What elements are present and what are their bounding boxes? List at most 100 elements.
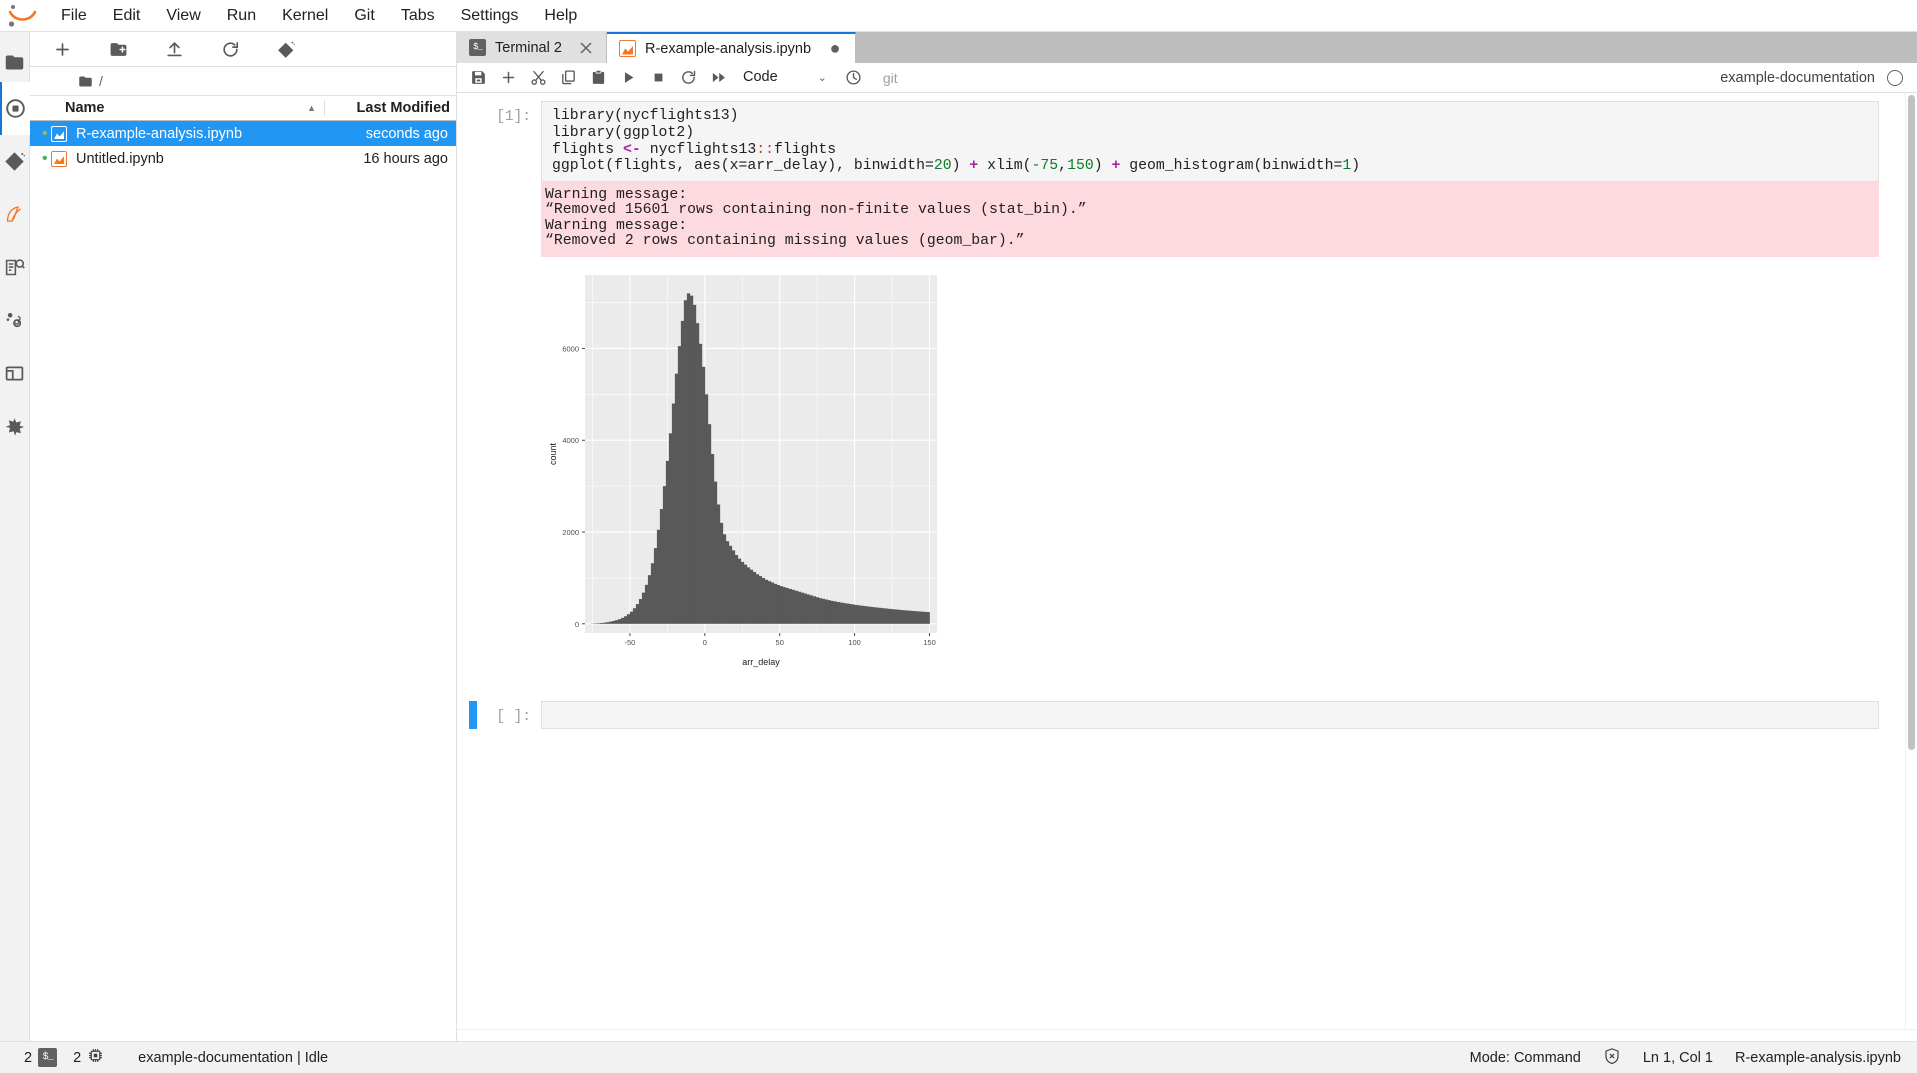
scrollbar-thumb[interactable] (1908, 95, 1915, 750)
status-bar-right: Mode: Command Ln 1, Col 1 R-example-anal… (1470, 1047, 1901, 1069)
svg-text:0: 0 (703, 638, 707, 647)
sidebar-item-property-inspector[interactable] (0, 347, 30, 400)
notebook-cell-2[interactable]: [ ]: (457, 701, 1905, 729)
kernel-status-text: example-documentation | Idle (138, 1049, 329, 1066)
cell-editor[interactable]: library(nycflights13) library(ggplot2) f… (541, 101, 1879, 183)
sidebar-item-file-browser[interactable] (0, 42, 30, 82)
cursor-position[interactable]: Ln 1, Col 1 (1643, 1050, 1713, 1066)
ggplot-output: 0 2000 4000 6000 -50 0 50 100 150 arr_delay count (541, 257, 1905, 679)
sidebar-item-toc[interactable] (0, 241, 30, 294)
interrupt-kernel-button[interactable] (643, 65, 673, 91)
menu-edit[interactable]: Edit (100, 3, 154, 29)
file-browser-toolbar (30, 32, 456, 67)
cut-cells-button[interactable] (523, 65, 553, 91)
menu-settings[interactable]: Settings (448, 3, 532, 29)
histogram-chart: 0 2000 4000 6000 -50 0 50 100 150 arr_delay count (548, 275, 937, 667)
execution-history-button[interactable] (839, 65, 869, 91)
insert-cell-button[interactable] (493, 65, 523, 91)
file-name: Untitled.ipynb (76, 150, 164, 167)
restart-kernel-button[interactable] (673, 65, 703, 91)
column-header-last-modified[interactable]: Last Modified (324, 100, 456, 116)
git-clone-button[interactable] (258, 34, 314, 64)
column-header-name[interactable]: Name ▲ (30, 100, 324, 116)
list-item[interactable]: • R-example-analysis.ipynb seconds ago (30, 121, 456, 146)
cell-selection-bar (469, 101, 477, 182)
unsaved-changes-icon[interactable]: ● (825, 38, 845, 59)
cell-prompt: [ ]: (496, 709, 531, 725)
sidebar-item-debugger[interactable] (0, 400, 30, 453)
sidebar-item-git[interactable] (0, 135, 30, 188)
tab-r-example-analysis[interactable]: R-example-analysis.ipynb ● (607, 32, 857, 63)
close-icon[interactable] (576, 38, 596, 58)
left-activity-bar (0, 32, 30, 1041)
sidebar-item-running[interactable] (0, 82, 30, 135)
svg-text:2000: 2000 (562, 528, 579, 537)
save-notebook-button[interactable] (463, 65, 493, 91)
cpu-icon (87, 1047, 104, 1068)
terminal-icon: $_ (38, 1048, 58, 1067)
cell-prompt: [1]: (496, 109, 531, 125)
column-header-name-label: Name (65, 100, 105, 116)
jupyterlab-window: File Edit View Run Kernel Git Tabs Setti… (0, 0, 1917, 1073)
menu-kernel[interactable]: Kernel (269, 3, 341, 29)
new-launcher-button[interactable] (34, 34, 90, 64)
upload-files-button[interactable] (146, 34, 202, 64)
code-line-1: library(nycflights13) (552, 108, 739, 124)
notebook-mode[interactable]: Mode: Command (1470, 1050, 1581, 1066)
file-modified: seconds ago (365, 125, 448, 142)
notebook-cell-1[interactable]: [1]: library(nycflights13) library(ggplo… (457, 101, 1905, 183)
terminal-icon: $_ (469, 39, 486, 56)
svg-text:50: 50 (776, 638, 784, 647)
file-list: • R-example-analysis.ipynb seconds ago •… (30, 121, 456, 1041)
no-errors-icon[interactable] (1603, 1047, 1621, 1069)
kernel-count-item[interactable]: 2 (65, 1047, 112, 1068)
terminal-count-item[interactable]: 2 $_ (16, 1048, 65, 1067)
sidebar-item-jupyternaut[interactable] (0, 188, 30, 241)
refresh-file-list-button[interactable] (202, 34, 258, 64)
sort-ascending-icon: ▲ (307, 103, 316, 113)
cell-editor[interactable] (541, 701, 1879, 729)
svg-text:arr_delay: arr_delay (742, 657, 780, 667)
kernel-status-icon[interactable] (1887, 69, 1903, 86)
cell-output-warning-block: Warning message: “Removed 15601 rows con… (457, 182, 1905, 257)
code-line-3: flights <- nycflights13::flights (552, 141, 837, 158)
menu-help[interactable]: Help (531, 3, 590, 29)
menu-view[interactable]: View (153, 3, 213, 29)
notebook-horizontal-scrollbar[interactable] (457, 1029, 1917, 1041)
terminal-count: 2 (24, 1049, 33, 1066)
file-name: R-example-analysis.ipynb (76, 125, 243, 142)
sidebar-item-extensions[interactable] (0, 294, 30, 347)
breadcrumb[interactable]: / (30, 67, 456, 95)
current-filename[interactable]: R-example-analysis.ipynb (1735, 1050, 1901, 1066)
file-list-header: Name ▲ Last Modified (30, 95, 456, 121)
tab-terminal-2[interactable]: $_ Terminal 2 (457, 32, 607, 63)
cell-output-plot-block: 0 2000 4000 6000 -50 0 50 100 150 arr_delay count (457, 257, 1905, 679)
warning-output-text: Warning message: “Removed 15601 rows con… (541, 182, 1879, 257)
breadcrumb-root[interactable]: / (99, 73, 103, 89)
notebook-toolbar: Code ⌄ git example-documentation (457, 63, 1917, 93)
svg-text:100: 100 (848, 638, 861, 647)
main-dock-area: $_ Terminal 2 R-example-analysis.ipynb ● (457, 32, 1917, 1041)
new-folder-button[interactable] (90, 34, 146, 64)
svg-text:0: 0 (575, 620, 579, 629)
menu-git[interactable]: Git (341, 3, 387, 29)
tab-label: R-example-analysis.ipynb (645, 40, 812, 57)
menu-run[interactable]: Run (214, 3, 269, 29)
restart-and-run-all-button[interactable] (703, 65, 733, 91)
cell-type-select[interactable]: Code ⌄ (739, 66, 831, 90)
notebook-vertical-scrollbar[interactable] (1905, 93, 1917, 1029)
kernel-count: 2 (73, 1049, 82, 1066)
run-cell-button[interactable] (613, 65, 643, 91)
code-line-4: ggplot(flights, aes(x=arr_delay), binwid… (552, 158, 1361, 175)
svg-text:4000: 4000 (562, 436, 579, 445)
menu-tabs[interactable]: Tabs (388, 3, 448, 29)
svg-text:150: 150 (923, 638, 936, 647)
list-item[interactable]: • Untitled.ipynb 16 hours ago (30, 146, 456, 171)
kernel-name-label[interactable]: example-documentation (1720, 70, 1875, 86)
copy-cells-button[interactable] (553, 65, 583, 91)
kernel-status-item[interactable]: example-documentation | Idle (130, 1050, 336, 1066)
menu-file[interactable]: File (48, 3, 100, 29)
paste-cells-button[interactable] (583, 65, 613, 91)
kernel-indicator-group: example-documentation (1720, 69, 1917, 86)
git-toolbar-label[interactable]: git (883, 70, 898, 86)
